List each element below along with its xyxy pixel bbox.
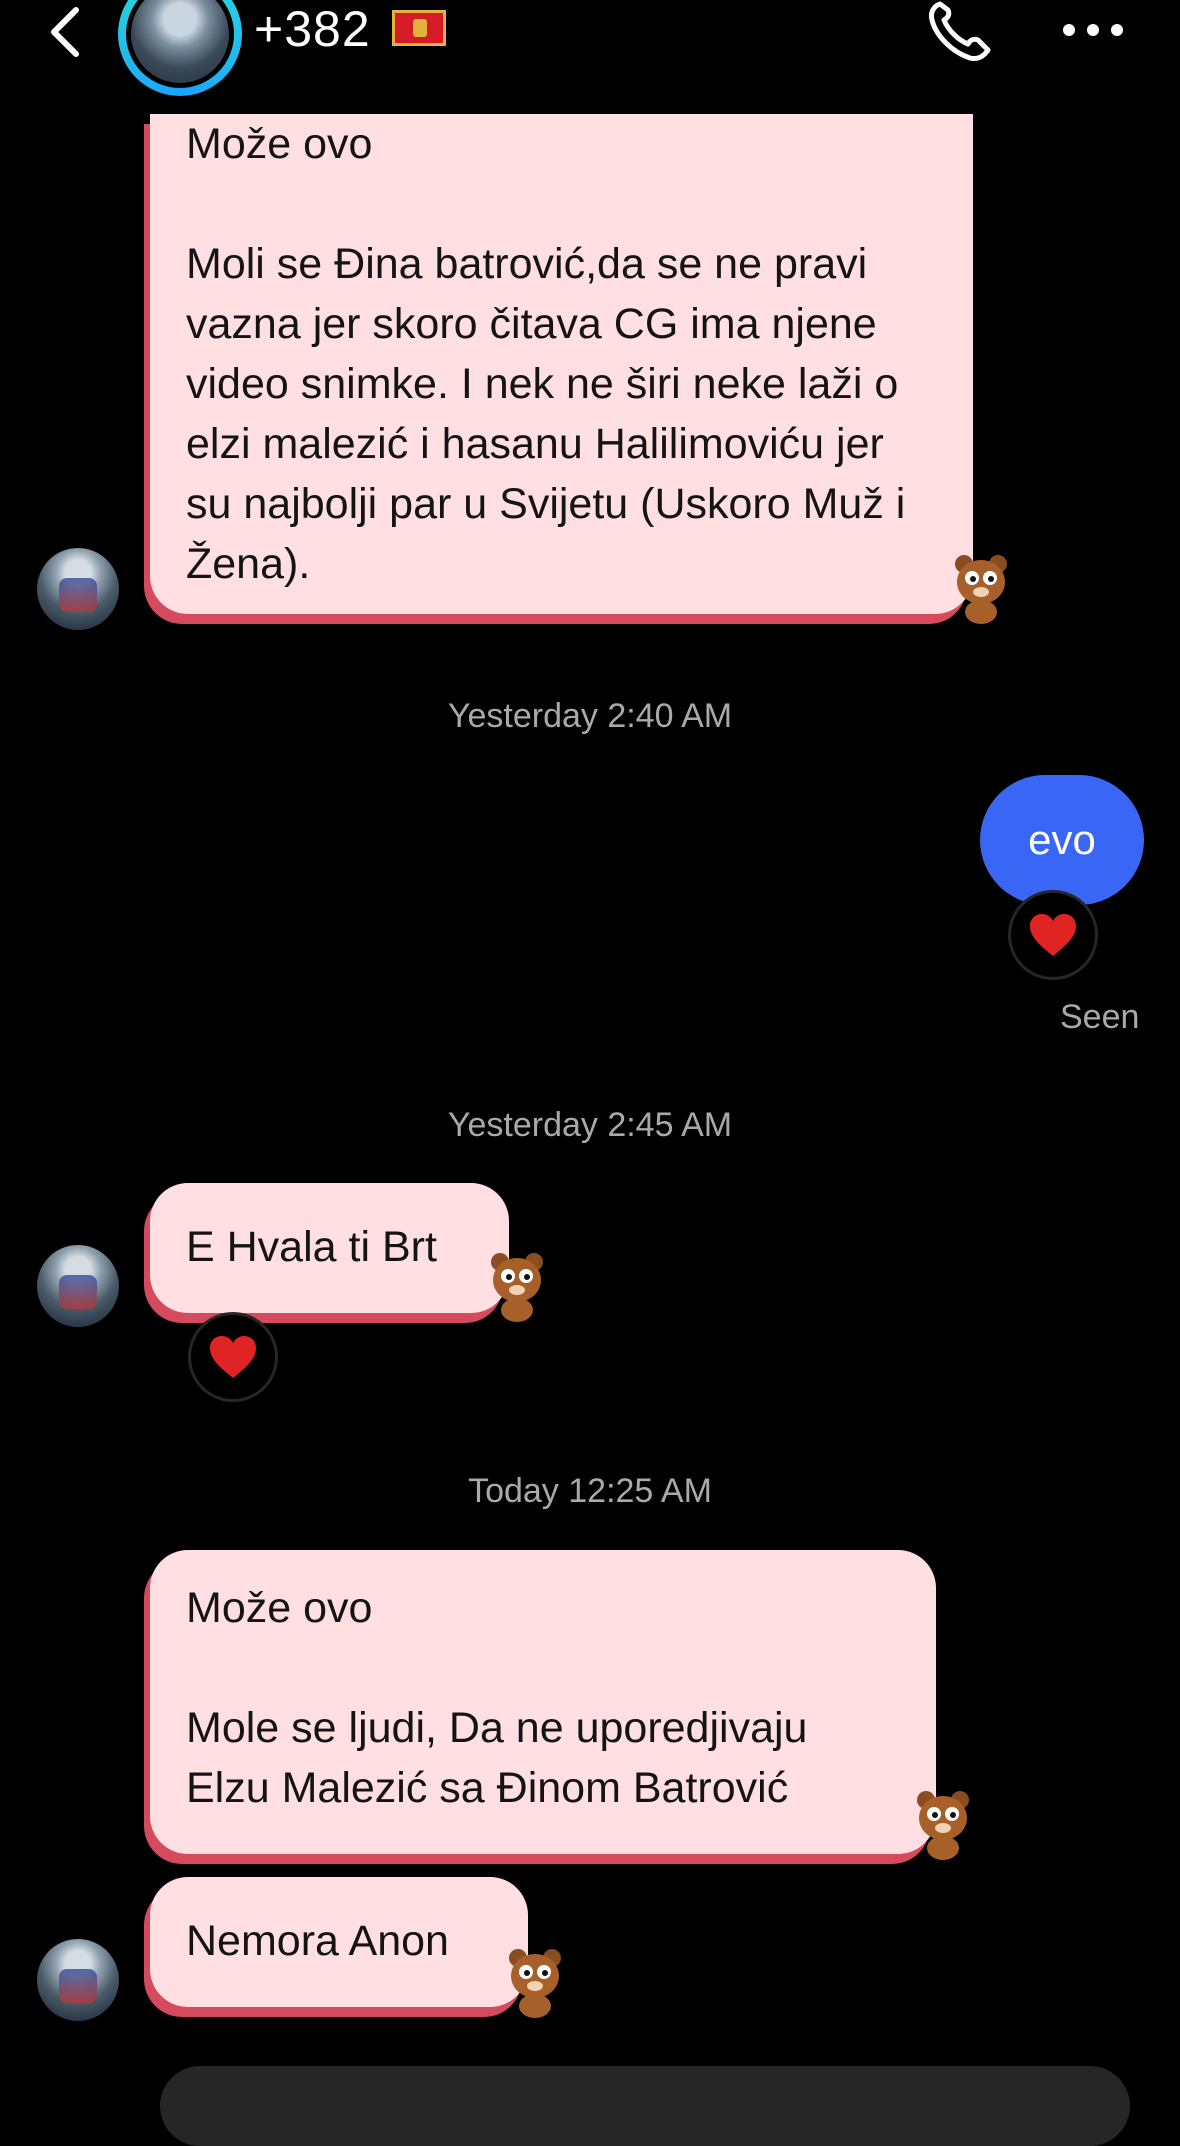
message-text: Može ovo Mole se ljudi, Da ne uporedjiva…: [186, 1584, 808, 1812]
message-text: Nemora Anon: [186, 1917, 449, 1965]
sender-avatar[interactable]: [37, 548, 119, 630]
incoming-message[interactable]: E Hvala ti Brt: [150, 1183, 509, 1313]
contact-name[interactable]: +382: [254, 0, 371, 60]
heart-reaction[interactable]: [188, 1312, 278, 1402]
message-text: Može ovo Moli se Đina batrović,da se ne …: [186, 120, 906, 588]
incoming-message[interactable]: Može ovo Mole se ljudi, Da ne uporedjiva…: [150, 1550, 936, 1854]
contact-avatar[interactable]: [118, 0, 242, 96]
message-text: E Hvala ti Brt: [186, 1223, 437, 1271]
heart-icon: [1030, 914, 1076, 956]
chat-header: +382: [0, 0, 1180, 110]
incoming-message[interactable]: Može ovo Moli se Đina batrović,da se ne …: [150, 114, 973, 614]
bear-sticker-icon: [486, 1250, 548, 1324]
sender-avatar[interactable]: [37, 1939, 119, 2021]
seen-status: Seen: [1060, 998, 1140, 1036]
heart-icon: [210, 1336, 256, 1378]
back-arrow-icon[interactable]: [44, 4, 88, 60]
bear-sticker-icon: [912, 1788, 974, 1862]
bear-sticker-icon: [504, 1946, 566, 2020]
timestamp: Yesterday 2:45 AM: [447, 1106, 733, 1144]
montenegro-flag-icon: [392, 10, 446, 46]
sender-avatar[interactable]: [37, 1245, 119, 1327]
timestamp: Yesterday 2:40 AM: [447, 697, 733, 735]
outgoing-message[interactable]: evo: [980, 775, 1144, 905]
phone-call-icon[interactable]: [926, 0, 996, 62]
more-options-icon[interactable]: [1060, 20, 1126, 40]
timestamp: Today 12:25 AM: [468, 1472, 712, 1510]
heart-reaction[interactable]: [1008, 890, 1098, 980]
bear-sticker-icon: [950, 552, 1012, 626]
message-composer[interactable]: [160, 2066, 1130, 2146]
incoming-message[interactable]: Nemora Anon: [150, 1877, 528, 2007]
